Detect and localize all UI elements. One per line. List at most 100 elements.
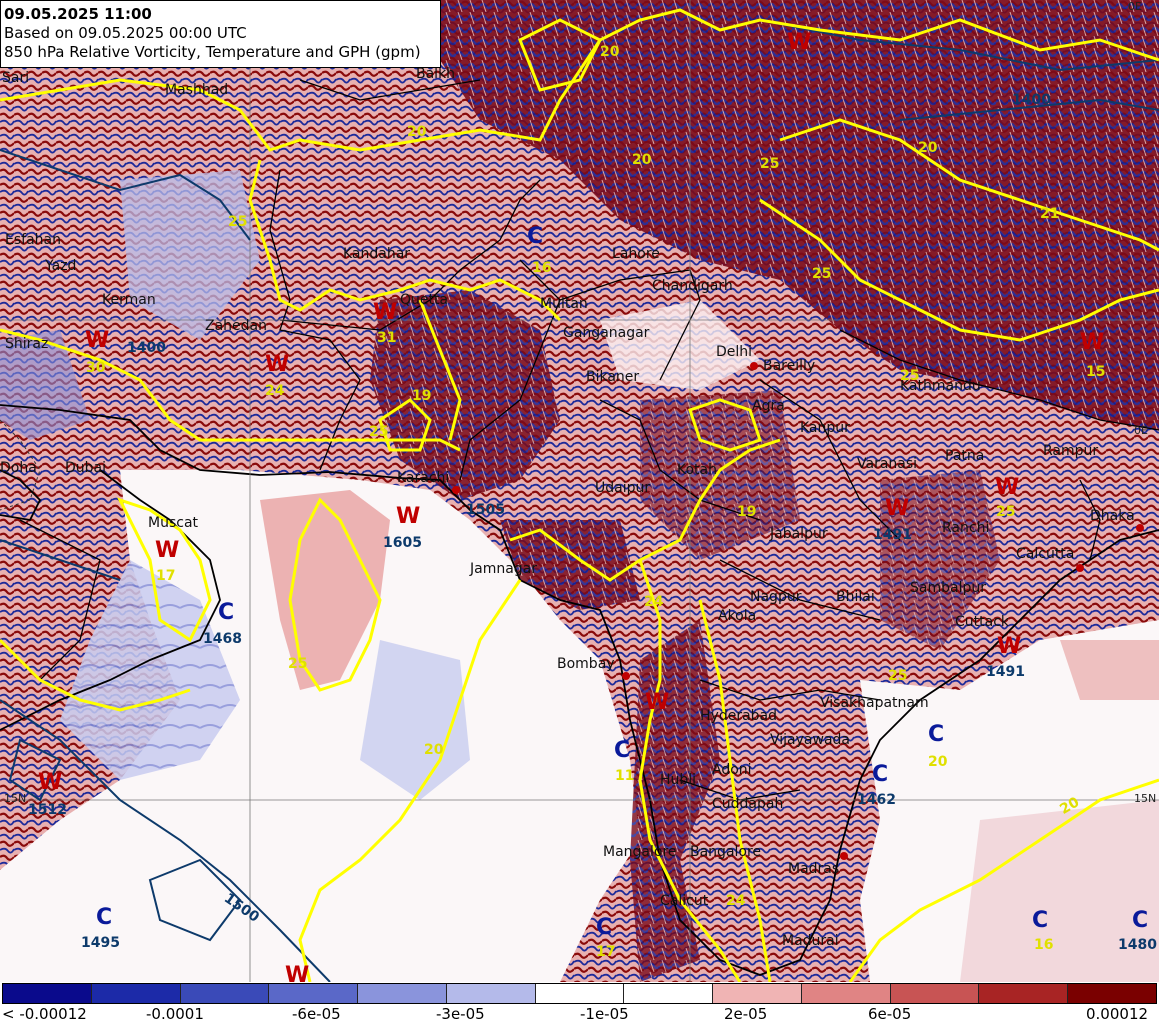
legend-swatch xyxy=(269,984,359,1003)
city-label: Kandahar xyxy=(343,246,411,262)
legend-label: 0.00012 xyxy=(1086,1005,1149,1023)
warm-center-marker: W xyxy=(1080,330,1105,355)
latitude-label: 15N xyxy=(1134,792,1157,805)
city-dot xyxy=(622,672,630,680)
city-label: Lahore xyxy=(612,246,660,262)
city-label: Mangalore xyxy=(603,844,677,860)
gph-label: 1491 xyxy=(986,664,1025,680)
temperature-label: 16 xyxy=(1034,937,1054,953)
city-label: Cuddapah xyxy=(712,796,784,812)
city-label: Chandigarh xyxy=(652,278,733,294)
warm-center-marker: W xyxy=(787,30,812,55)
temperature-label: 25 xyxy=(369,424,389,440)
city-dot xyxy=(1136,524,1144,532)
city-label: Bikaner xyxy=(586,369,640,385)
longitude-label: 0E xyxy=(1134,424,1148,437)
temperature-label: 20 xyxy=(928,754,948,770)
legend-swatch xyxy=(890,984,980,1003)
temperature-label: 19 xyxy=(737,504,757,520)
temperature-label: 25 xyxy=(900,368,920,384)
legend-swatch xyxy=(979,984,1069,1003)
temperature-label: 20 xyxy=(632,152,652,168)
legend-label: -6e-05 xyxy=(292,1005,341,1023)
legend-color-bar xyxy=(2,983,1157,1004)
temperature-label: 19 xyxy=(412,388,432,404)
city-dot xyxy=(1076,564,1084,572)
city-label: Bangalore xyxy=(690,844,762,860)
temperature-label: 24 xyxy=(644,594,664,610)
temperature-label: 31 xyxy=(377,330,397,346)
gph-label: 1462 xyxy=(857,792,896,808)
temperature-label: 20 xyxy=(600,44,620,60)
temperature-label: 25 xyxy=(228,214,248,230)
gph-label: 1468 xyxy=(203,631,242,647)
temperature-label: 15 xyxy=(1086,364,1106,380)
city-label: Balkh xyxy=(416,66,456,82)
city-label: Rampur xyxy=(1043,443,1099,459)
city-label: Patna xyxy=(945,448,985,464)
temperature-label: 11 xyxy=(615,768,635,784)
city-label: Doha xyxy=(0,460,37,476)
city-label: Esfahan xyxy=(5,232,61,248)
temperature-label: 20 xyxy=(407,124,427,140)
legend-label: -0.0001 xyxy=(146,1005,204,1023)
map-header: 09.05.2025 11:00 Based on 09.05.2025 00:… xyxy=(0,0,441,68)
legend-label: -1e-05 xyxy=(580,1005,629,1023)
city-label: Delhi xyxy=(716,344,753,360)
forecast-time: 09.05.2025 11:00 xyxy=(4,5,152,23)
temperature-label: 25 xyxy=(288,656,308,672)
city-dot xyxy=(750,362,758,370)
warm-center-marker: W xyxy=(396,504,421,529)
legend-label: < -0.00012 xyxy=(2,1005,87,1023)
legend-swatch xyxy=(713,984,802,1003)
city-label: Bombay xyxy=(557,656,615,672)
warm-center-marker: W xyxy=(645,690,670,715)
cold-center-marker: C xyxy=(596,915,613,940)
warm-center-marker: W xyxy=(155,538,180,563)
gph-label: 1491 xyxy=(873,527,912,543)
legend-swatch xyxy=(91,984,181,1003)
legend-label: 6e-05 xyxy=(868,1005,912,1023)
cold-center-marker: C xyxy=(1132,908,1149,933)
city-label: Bareilly xyxy=(763,358,816,374)
city-label: Cuttack xyxy=(955,614,1010,630)
gph-label: 1400 xyxy=(1012,92,1051,108)
temperature-label: 25 xyxy=(812,266,832,282)
gph-label: 1505 xyxy=(466,502,505,518)
legend-swatch xyxy=(535,984,625,1003)
gph-label: 1400 xyxy=(127,340,166,356)
temperature-label: 30 xyxy=(86,360,106,376)
city-label: Karachi xyxy=(397,470,450,486)
city-label: Quetta xyxy=(400,292,449,308)
city-dot xyxy=(452,486,460,494)
temperature-label: 17 xyxy=(596,944,616,960)
city-label: Varanasi xyxy=(857,456,918,472)
city-label: Sambalpur xyxy=(910,580,986,596)
warm-center-marker: W xyxy=(85,328,110,353)
legend-swatch xyxy=(446,984,536,1003)
city-label: Zahedan xyxy=(205,318,267,334)
cold-center-marker: C xyxy=(928,722,945,747)
color-legend: < -0.00012 -0.0001 -6e-05 -3e-05 -1e-05 … xyxy=(0,982,1159,1024)
legend-swatch xyxy=(3,984,92,1003)
temperature-label: 25 xyxy=(996,504,1016,520)
temperature-label: 20 xyxy=(424,742,444,758)
city-label: Calcutta xyxy=(1016,546,1075,562)
gph-label: 1495 xyxy=(81,935,120,951)
city-label: Adoni xyxy=(712,762,752,778)
cold-center-marker: C xyxy=(96,905,113,930)
gph-label: 1512 xyxy=(28,802,67,818)
map-title: 850 hPa Relative Vorticity, Temperature … xyxy=(4,43,421,61)
city-label: Visakhapatnam xyxy=(820,695,929,711)
warm-center-marker: W xyxy=(997,634,1022,659)
legend-swatch xyxy=(358,984,447,1003)
city-label: Muscat xyxy=(148,515,199,531)
city-label: Akola xyxy=(718,608,757,624)
legend-label: -3e-05 xyxy=(436,1005,485,1023)
city-label: Kotah xyxy=(677,462,717,478)
warm-center-marker: W xyxy=(285,963,310,982)
run-info: Based on 09.05.2025 00:00 UTC xyxy=(4,24,247,42)
legend-swatch xyxy=(801,984,891,1003)
warm-center-marker: W xyxy=(885,496,910,521)
city-label: Madurai xyxy=(782,933,839,949)
